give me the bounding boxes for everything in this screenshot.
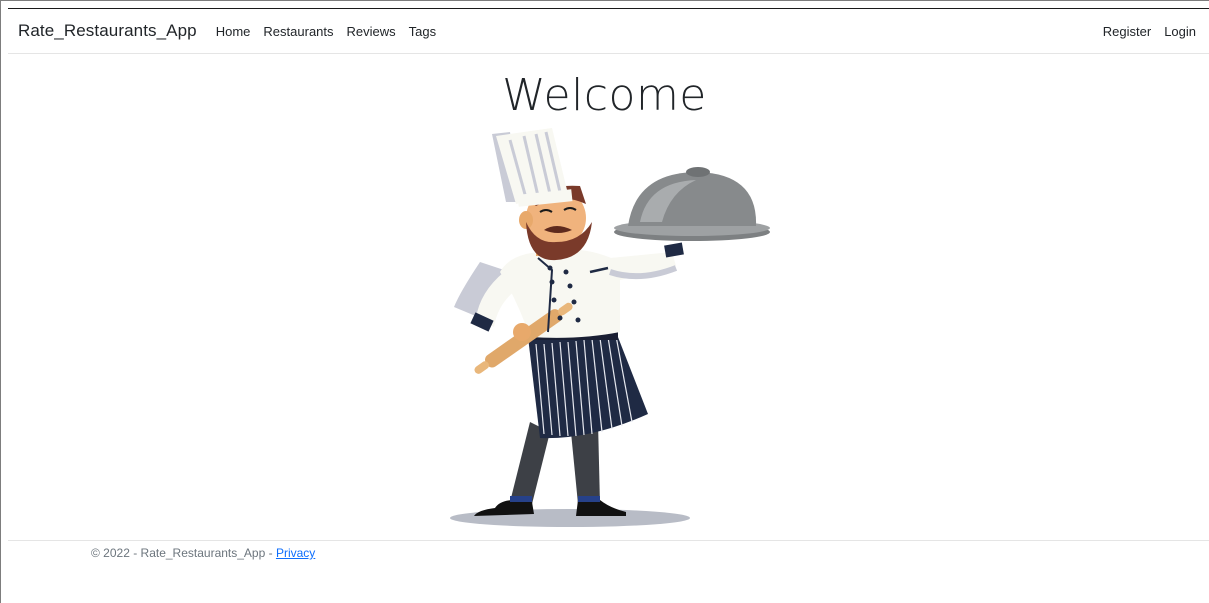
footer: © 2022 - Rate_Restaurants_App - Privacy (8, 540, 1209, 560)
nav-tags[interactable]: Tags (409, 24, 436, 39)
nav-home[interactable]: Home (216, 24, 251, 39)
right-shoe (576, 500, 626, 516)
chef-illustration (450, 128, 770, 527)
privacy-link[interactable]: Privacy (276, 546, 315, 560)
nav-reviews[interactable]: Reviews (347, 24, 396, 39)
left-shoe (474, 500, 534, 516)
brand-link[interactable]: Rate_Restaurants_App (18, 21, 197, 41)
page-title: Welcome (502, 70, 707, 121)
footer-copyright: © 2022 - Rate_Restaurants_App - (91, 546, 276, 560)
nav-register[interactable]: Register (1103, 24, 1151, 39)
navbar: Rate_Restaurants_App Home Restaurants Re… (8, 8, 1209, 54)
nav-account: Register Login (1090, 24, 1209, 39)
cloche-icon (614, 167, 770, 241)
footer-text: © 2022 - Rate_Restaurants_App - Privacy (91, 546, 315, 560)
nav-restaurants[interactable]: Restaurants (263, 24, 333, 39)
nav-login[interactable]: Login (1164, 24, 1196, 39)
